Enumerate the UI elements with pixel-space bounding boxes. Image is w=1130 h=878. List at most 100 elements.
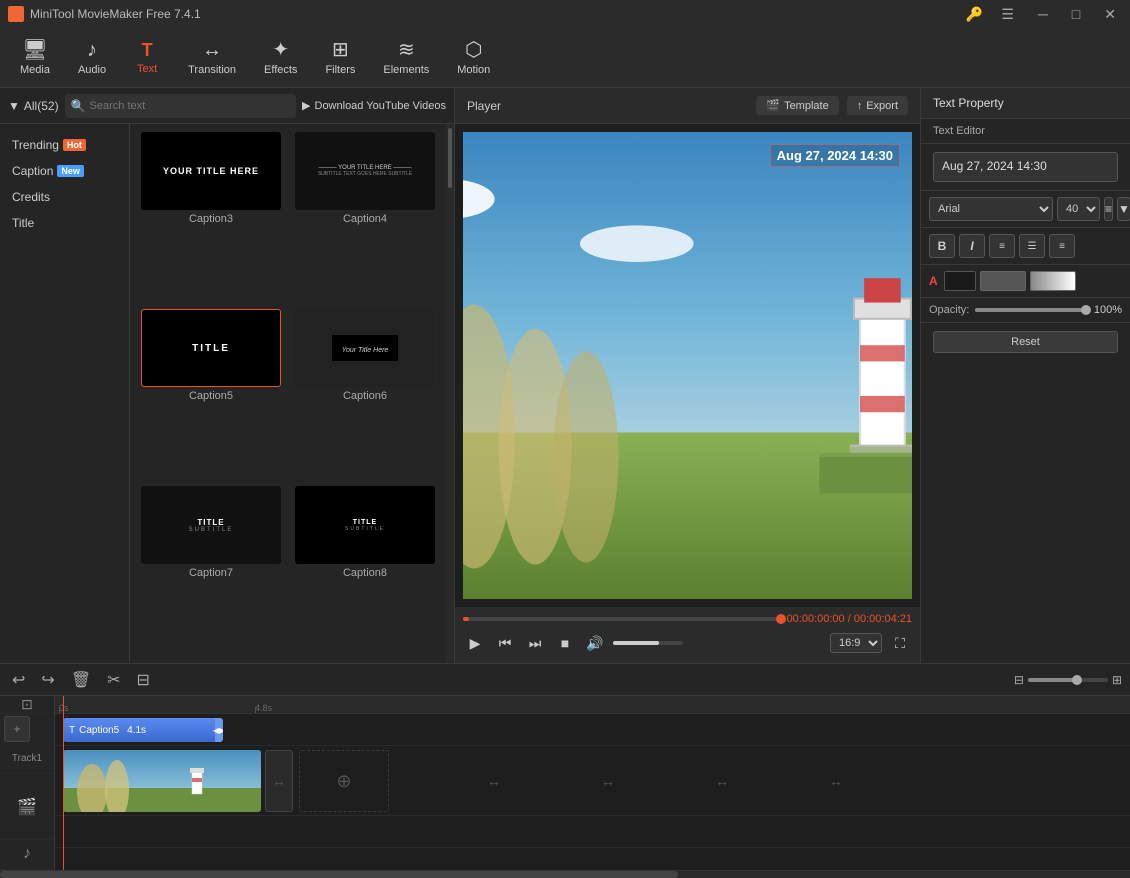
scroll-handle[interactable] xyxy=(446,124,454,663)
search-input[interactable] xyxy=(90,100,291,112)
toolbar-audio[interactable]: ♪ Audio xyxy=(66,34,118,82)
toolbar-transition[interactable]: ↔ Transition xyxy=(176,34,248,82)
zoom-in-icon[interactable]: ⊞ xyxy=(1112,673,1122,687)
caption3-label: Caption3 xyxy=(189,213,233,225)
delete-btn[interactable]: 🗑 xyxy=(67,668,95,692)
align-right-btn[interactable]: ≡ xyxy=(1049,234,1075,258)
arrow-2[interactable]: ↔ xyxy=(599,750,617,812)
template-caption7[interactable]: TITLE SUBTITLE Caption7 xyxy=(138,486,284,655)
all-filter[interactable]: ▼ All(52) xyxy=(8,99,59,113)
video-clip[interactable] xyxy=(63,750,261,812)
align-center-btn[interactable]: ☰ xyxy=(1019,234,1045,258)
outline-color-swatch[interactable] xyxy=(980,271,1026,291)
list-style-btn2[interactable]: ▼ xyxy=(1117,197,1130,221)
template-btn[interactable]: 🎬 Template xyxy=(756,96,838,115)
caption4-label: Caption4 xyxy=(343,213,387,225)
timeline-body: ⊡ + Track1 🎬 ♪ 0s 4.8s T Caption5 xyxy=(0,696,1130,870)
empty-slot-1[interactable]: ⊕ xyxy=(299,750,389,812)
category-title[interactable]: Title xyxy=(0,210,129,236)
font-row: Arial Times New Roman Verdana 40 12 14 1… xyxy=(921,191,1130,228)
timeline: ↩ ↪ 🗑 ✂ ⊟ ⊟ ⊞ ⊡ + Track1 🎬 ♪ xyxy=(0,663,1130,878)
opacity-row: Opacity: 100% xyxy=(921,298,1130,323)
opacity-track[interactable] xyxy=(975,308,1086,312)
toolbar-elements[interactable]: ≋ Elements xyxy=(371,34,441,82)
track-playhead[interactable] xyxy=(63,696,64,870)
caption-clip[interactable]: T Caption5 4.1s ◀▶ xyxy=(63,718,223,742)
cut-btn[interactable]: ✂ xyxy=(103,668,124,692)
zoom-out-icon[interactable]: ⊟ xyxy=(1014,673,1024,687)
category-credits[interactable]: Credits xyxy=(0,184,129,210)
volume-track[interactable] xyxy=(613,641,683,645)
stop-btn[interactable]: ■ xyxy=(553,631,577,655)
template-btn-label: Template xyxy=(784,100,829,112)
size-select[interactable]: 40 12 14 18 24 32 48 64 xyxy=(1057,197,1100,221)
toolbar-transition-label: Transition xyxy=(188,64,236,76)
crop-btn[interactable]: ⊟ xyxy=(133,668,154,692)
toolbar-filters[interactable]: ⊞ Filters xyxy=(313,34,367,82)
minimize-btn[interactable]: ─ xyxy=(1032,4,1054,24)
category-trending[interactable]: Trending Hot xyxy=(0,132,129,158)
zoom-dot xyxy=(1072,675,1082,685)
close-btn[interactable]: ✕ xyxy=(1098,4,1122,25)
volume-btn[interactable]: 🔊 xyxy=(583,631,607,655)
template-caption3[interactable]: YOUR TITLE HERE Caption3 xyxy=(138,132,284,301)
font-select[interactable]: Arial Times New Roman Verdana xyxy=(929,197,1053,221)
template-caption5[interactable]: TITLE Caption5 xyxy=(138,309,284,478)
text-preview-box[interactable]: Aug 27, 2024 14:30 xyxy=(933,152,1118,182)
play-btn[interactable]: ▶ xyxy=(463,631,487,655)
reset-btn[interactable]: Reset xyxy=(933,331,1118,353)
italic-btn[interactable]: I xyxy=(959,234,985,258)
export-btn[interactable]: ↑ Export xyxy=(847,96,908,115)
caption7-sub: SUBTITLE xyxy=(189,527,234,533)
category-caption[interactable]: Caption New xyxy=(0,158,129,184)
toolbar-text[interactable]: T Text xyxy=(122,35,172,81)
text-overlay[interactable]: Aug 27, 2024 14:30 xyxy=(770,144,900,167)
trans-slot-add[interactable]: ↔ xyxy=(265,750,293,812)
template-caption6[interactable]: Your Title Here Caption6 xyxy=(292,309,438,478)
toolbar-effects[interactable]: ✦ Effects xyxy=(252,34,309,82)
progress-track[interactable] xyxy=(463,617,781,621)
template-caption4[interactable]: ——— YOUR TITLE HERE ———SUBTITLE TEXT GOE… xyxy=(292,132,438,301)
arrow-3[interactable]: ↔ xyxy=(713,750,731,812)
search-box[interactable]: 🔍 xyxy=(65,94,296,118)
text-editor-label: Text Editor xyxy=(921,119,1130,144)
timeline-scrollbar[interactable] xyxy=(0,870,1130,878)
caption8-text: TITLE xyxy=(345,519,385,526)
yt-label: Download YouTube Videos xyxy=(315,100,447,112)
ruler-line-4 xyxy=(255,707,256,713)
text-preview-value: Aug 27, 2024 14:30 xyxy=(942,159,1047,173)
template-icon: 🎬 xyxy=(766,99,780,112)
fullscreen-btn[interactable]: ⛶ xyxy=(888,631,912,655)
app-title: MiniTool MovieMaker Free 7.4.1 xyxy=(30,7,201,21)
timeline-ruler: 0s 4.8s xyxy=(55,696,1130,714)
template-caption8[interactable]: TITLE SUBTITLE Caption8 xyxy=(292,486,438,655)
clip-extend-handle[interactable]: ◀▶ xyxy=(215,718,223,742)
arrow-1[interactable]: ↔ xyxy=(485,750,503,812)
zoom-track[interactable] xyxy=(1028,678,1108,682)
audio-icon: ♪ xyxy=(87,40,97,60)
maximize-btn[interactable]: □ xyxy=(1066,4,1086,24)
align-left-btn[interactable]: ≡ xyxy=(989,234,1015,258)
bold-btn[interactable]: B xyxy=(929,234,955,258)
redo-btn[interactable]: ↪ xyxy=(37,668,58,692)
caption-track-row: T Caption5 4.1s ◀▶ xyxy=(55,714,1130,746)
all-label: All(52) xyxy=(24,99,59,113)
center-panel: Player 🎬 Template ↑ Export xyxy=(455,88,920,663)
prev-frame-btn[interactable]: ⏮ xyxy=(493,631,517,655)
undo-btn[interactable]: ↩ xyxy=(8,668,29,692)
caption5-text: TITLE xyxy=(192,343,230,354)
menu-btn[interactable]: ☰ xyxy=(995,4,1020,25)
next-frame-btn[interactable]: ⏭ xyxy=(523,631,547,655)
list-style-btn[interactable]: ≡ xyxy=(1104,197,1113,221)
toolbar-media[interactable]: 🖥 Media xyxy=(8,34,62,82)
yt-download-btn[interactable]: ▶ Download YouTube Videos xyxy=(302,99,446,112)
tl-add-icon[interactable]: + xyxy=(4,716,30,742)
toolbar-motion[interactable]: ⬡ Motion xyxy=(445,34,502,82)
shadow-color-swatch[interactable] xyxy=(1030,271,1076,291)
arrow-4[interactable]: ↔ xyxy=(827,750,845,812)
trending-badge: Hot xyxy=(63,139,86,151)
opacity-fill xyxy=(975,308,1086,312)
title-bar-left: MiniTool MovieMaker Free 7.4.1 xyxy=(8,6,201,22)
text-color-swatch[interactable] xyxy=(944,271,976,291)
aspect-select[interactable]: 16:9 4:3 1:1 9:16 xyxy=(830,633,882,653)
